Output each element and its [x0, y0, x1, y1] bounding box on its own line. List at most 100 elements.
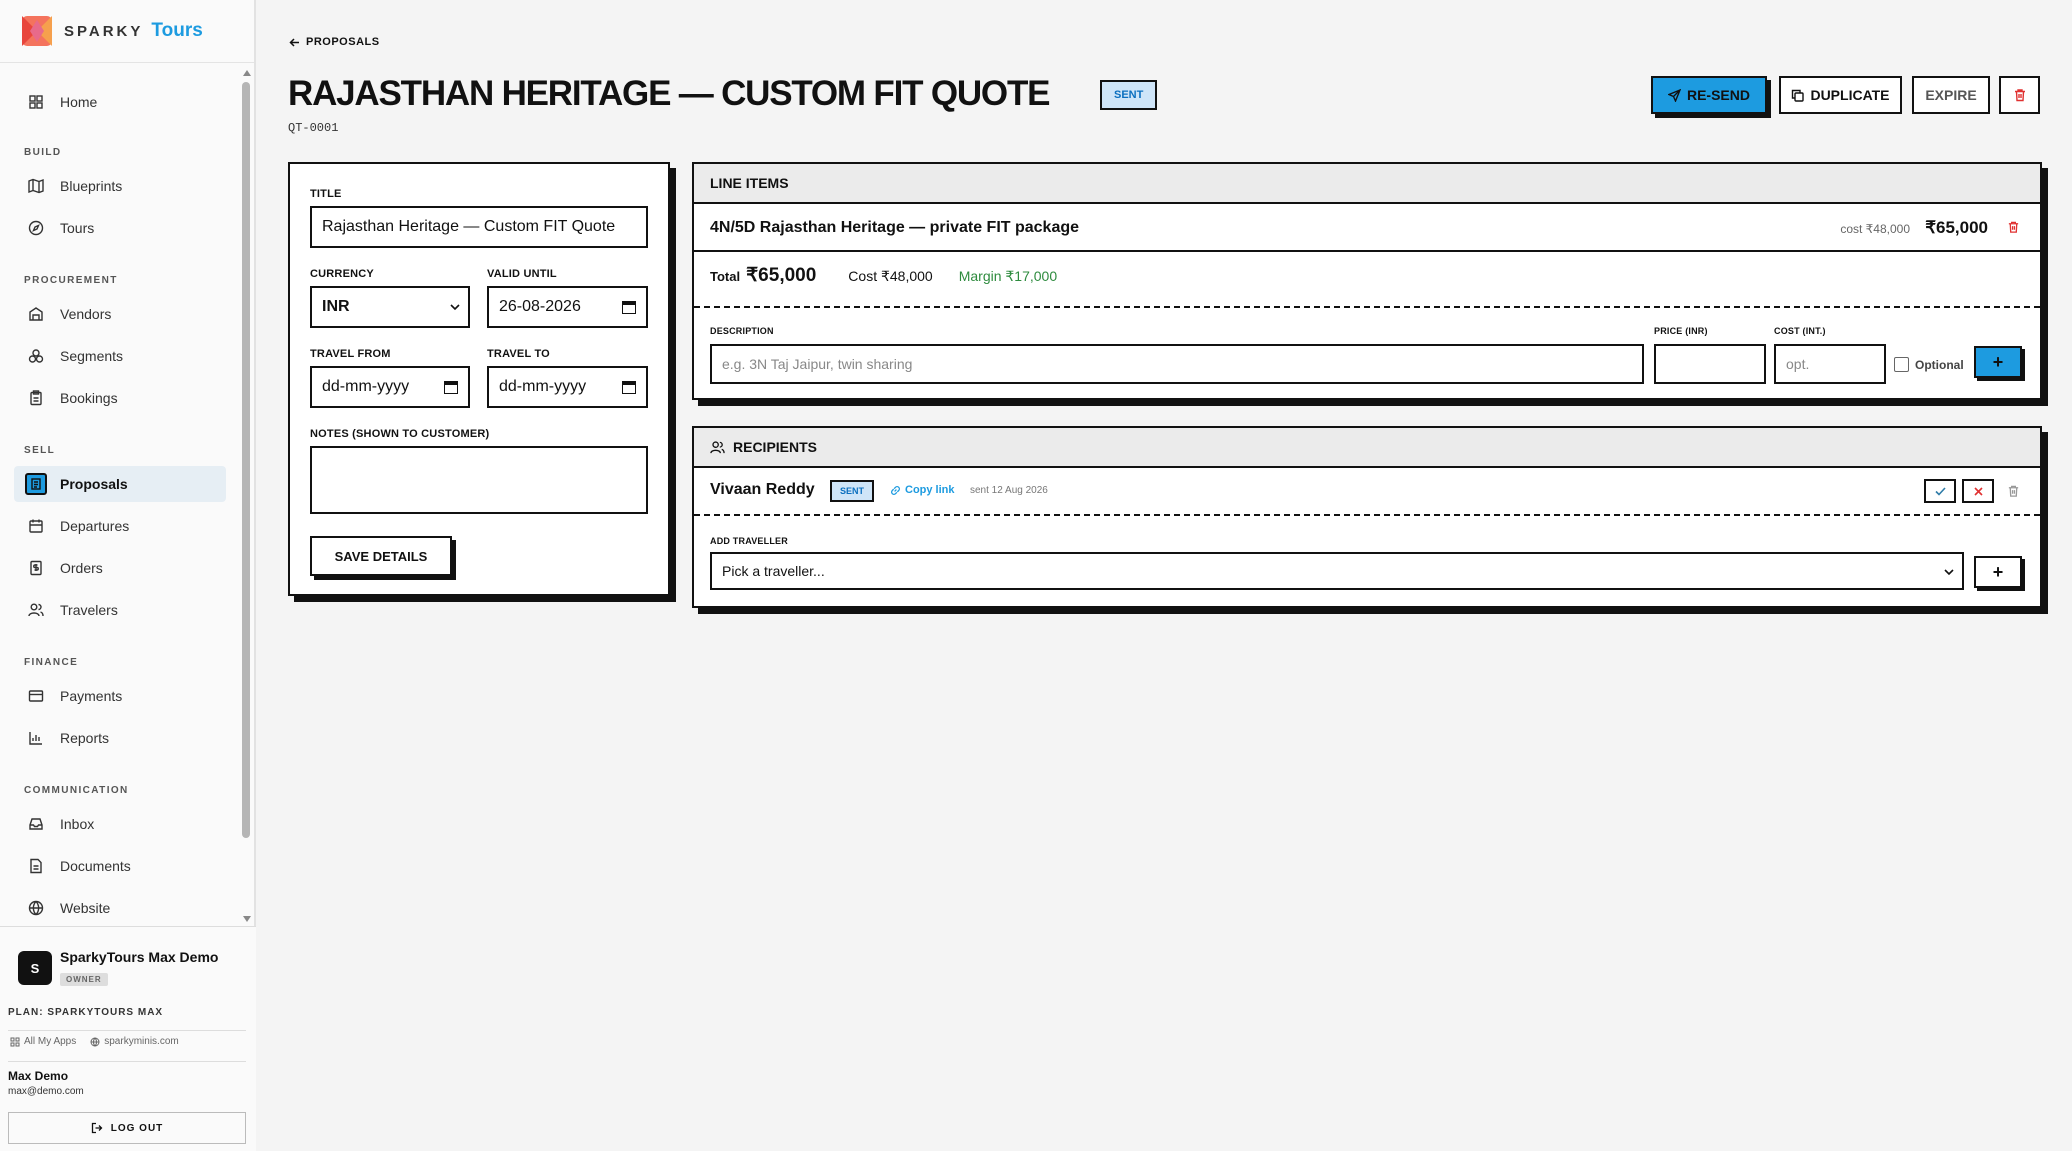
divider: [8, 1030, 246, 1031]
globe-icon: [90, 1037, 100, 1046]
account-panel: S SparkyTours Max Demo OWNER PLAN: SPARK…: [0, 926, 256, 1151]
user-email: max@demo.com: [8, 1086, 84, 1097]
proposal-icon: [25, 473, 47, 495]
status-badge: SENT: [1100, 80, 1158, 110]
sidebar-item-label: Bookings: [60, 390, 118, 406]
apps-row: All My Apps sparkyminis.com: [10, 1036, 179, 1047]
grid-icon: [10, 1037, 20, 1046]
recipient-sent-date: sent 12 Aug 2026: [970, 485, 1048, 496]
line-item-description: 4N/5D Rajasthan Heritage — private FIT p…: [710, 219, 1080, 236]
title-input[interactable]: Rajasthan Heritage — Custom FIT Quote: [310, 206, 648, 248]
resend-button[interactable]: RE-SEND: [1651, 76, 1767, 114]
recipients-card: RECIPIENTS Vivaan Reddy SENT Copy link s…: [692, 426, 2042, 608]
sidebar: SPARKY Tours Home BUILD Blueprints Tours…: [0, 0, 256, 1151]
line-item-cost: cost ₹48,000: [1840, 222, 1910, 236]
expire-label: EXPIRE: [1925, 87, 1977, 103]
sidebar-item-travelers[interactable]: Travelers: [14, 592, 226, 628]
calendar-icon[interactable]: [444, 381, 458, 394]
sparky-logo-icon: [22, 16, 52, 46]
sidebar-item-label: Proposals: [60, 476, 128, 492]
sidebar-nav: Home BUILD Blueprints Tours PROCUREMENT …: [0, 64, 240, 926]
price-input[interactable]: [1654, 344, 1766, 384]
travel-to-input[interactable]: dd-mm-yyyy: [487, 366, 648, 408]
sidebar-item-vendors[interactable]: Vendors: [14, 296, 226, 332]
currency-label: CURRENCY: [310, 268, 374, 280]
save-details-button[interactable]: SAVE DETAILS: [310, 536, 452, 576]
sidebar-item-bookings[interactable]: Bookings: [14, 380, 226, 416]
sidebar-item-tours[interactable]: Tours: [14, 210, 226, 246]
section-finance: FINANCE: [24, 657, 79, 668]
cost-input[interactable]: opt.: [1774, 344, 1886, 384]
decline-button[interactable]: [1962, 479, 1994, 503]
line-item-row: 4N/5D Rajasthan Heritage — private FIT p…: [694, 204, 2040, 250]
site-link[interactable]: sparkyminis.com: [90, 1036, 179, 1047]
sidebar-item-blueprints[interactable]: Blueprints: [14, 168, 226, 204]
divider: [8, 1061, 246, 1062]
role-badge: OWNER: [60, 973, 108, 986]
section-procurement: PROCUREMENT: [24, 275, 118, 286]
sidebar-item-proposals[interactable]: Proposals: [14, 466, 226, 502]
travel-from-input[interactable]: dd-mm-yyyy: [310, 366, 470, 408]
currency-select[interactable]: INR: [310, 286, 470, 328]
sidebar-item-reports[interactable]: Reports: [14, 720, 226, 756]
duplicate-button[interactable]: DUPLICATE: [1779, 76, 1902, 114]
sidebar-item-label: Home: [60, 94, 98, 110]
trash-icon[interactable]: [2007, 220, 2020, 234]
notes-textarea[interactable]: [310, 446, 648, 514]
scroll-up-icon[interactable]: [243, 70, 251, 76]
org-name[interactable]: SparkyTours Max Demo: [60, 949, 218, 965]
travel-from-value: dd-mm-yyyy: [322, 378, 410, 395]
line-items-card: LINE ITEMS 4N/5D Rajasthan Heritage — pr…: [692, 162, 2042, 400]
scroll-down-icon[interactable]: [243, 916, 251, 922]
scroll-thumb[interactable]: [242, 82, 250, 838]
org-avatar[interactable]: S: [18, 951, 52, 985]
sidebar-item-home[interactable]: Home: [14, 84, 226, 120]
description-input[interactable]: e.g. 3N Taj Jaipur, twin sharing: [710, 344, 1644, 384]
accept-button[interactable]: [1924, 479, 1956, 503]
total-value: ₹65,000: [746, 265, 817, 286]
description-label: DESCRIPTION: [710, 326, 774, 336]
clipboard-icon: [30, 390, 42, 406]
expire-button[interactable]: EXPIRE: [1912, 76, 1990, 114]
valid-until-input[interactable]: 26-08-2026: [487, 286, 648, 328]
sidebar-item-orders[interactable]: Orders: [14, 550, 226, 586]
optional-checkbox-wrap[interactable]: Optional: [1894, 357, 1964, 372]
recipient-name: Vivaan Reddy: [710, 481, 815, 498]
sidebar-item-label: Orders: [60, 560, 103, 576]
building-icon: [29, 307, 43, 321]
sidebar-item-departures[interactable]: Departures: [14, 508, 226, 544]
sidebar-item-inbox[interactable]: Inbox: [14, 806, 226, 842]
add-traveller-button[interactable]: +: [1974, 556, 2022, 588]
sidebar-item-label: Travelers: [60, 602, 118, 618]
delete-proposal-button[interactable]: [1999, 76, 2040, 114]
chevron-down-icon: [1944, 569, 1954, 576]
sidebar-item-segments[interactable]: Segments: [14, 338, 226, 374]
back-link[interactable]: PROPOSALS: [289, 36, 380, 48]
brand[interactable]: SPARKY Tours: [0, 0, 254, 63]
optional-checkbox[interactable]: [1894, 357, 1909, 372]
sidebar-item-documents[interactable]: Documents: [14, 848, 226, 884]
add-line-item-button[interactable]: +: [1974, 346, 2022, 378]
section-communication: COMMUNICATION: [24, 785, 129, 796]
travel-to-value: dd-mm-yyyy: [499, 378, 587, 395]
sidebar-item-label: Documents: [60, 858, 131, 874]
traveller-select[interactable]: Pick a traveller...: [710, 552, 1964, 590]
sidebar-item-payments[interactable]: Payments: [14, 678, 226, 714]
total-label: Total: [710, 269, 741, 284]
all-apps-link[interactable]: All My Apps: [10, 1036, 76, 1047]
copy-link-label: Copy link: [905, 484, 955, 496]
trash-icon[interactable]: [2007, 484, 2020, 498]
sidebar-item-label: Tours: [60, 220, 95, 236]
calendar-icon[interactable]: [622, 301, 636, 314]
sidebar-item-label: Vendors: [60, 306, 112, 322]
logout-button[interactable]: LOG OUT: [8, 1112, 246, 1144]
calendar-icon[interactable]: [622, 381, 636, 394]
quote-id: QT-0001: [288, 121, 339, 135]
divider: [694, 250, 2040, 252]
add-traveller-label: ADD TRAVELLER: [710, 536, 788, 546]
brand-accent: Tours: [151, 20, 203, 41]
sidebar-scrollbar[interactable]: [240, 64, 254, 926]
copy-link-button[interactable]: Copy link: [890, 484, 955, 496]
recipients-header: RECIPIENTS: [694, 428, 2040, 468]
sidebar-item-website[interactable]: Website: [14, 890, 226, 926]
